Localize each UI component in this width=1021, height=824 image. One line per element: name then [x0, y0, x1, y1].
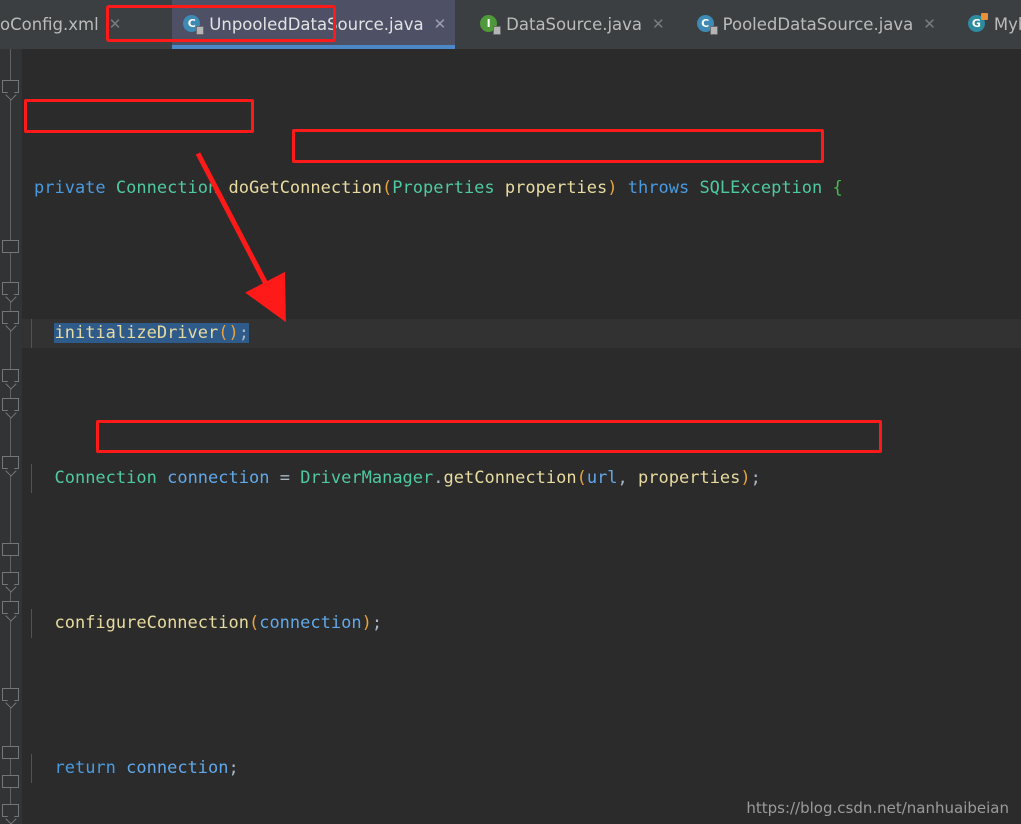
- fold-marker[interactable]: [2, 746, 19, 759]
- tab-label: PooledDataSource.java: [722, 15, 914, 34]
- code-line[interactable]: initializeDriver();: [22, 319, 1021, 348]
- tab-label: oConfig.xml: [0, 15, 99, 34]
- java-class-icon: C: [696, 15, 718, 35]
- fold-marker[interactable]: [2, 311, 19, 324]
- editor-tab-bar: oConfig.xml ✕ C UnpooledDataSource.java …: [0, 0, 1021, 49]
- tab-mybatistest-java[interactable]: G MybatisTest.java ✕: [957, 0, 1021, 49]
- watermark-text: https://blog.csdn.net/nanhuaibeian: [746, 799, 1009, 817]
- fold-marker[interactable]: [2, 688, 19, 701]
- code-line[interactable]: configureConnection(connection);: [22, 609, 1021, 638]
- tab-pooleddatasource-java[interactable]: C PooledDataSource.java ✕: [686, 0, 945, 49]
- fold-marker[interactable]: [2, 601, 19, 614]
- lock-badge-icon: [196, 26, 205, 35]
- code-line[interactable]: private Connection doGetConnection(Prope…: [22, 174, 1021, 203]
- tab-label: MybatisTest.java: [993, 15, 1021, 34]
- run-badge-icon: [980, 13, 988, 20]
- close-icon[interactable]: ✕: [434, 17, 447, 32]
- fold-marker[interactable]: [2, 572, 19, 585]
- editor-gutter[interactable]: [0, 49, 22, 824]
- tab-oconfig-xml[interactable]: oConfig.xml ✕: [0, 0, 130, 49]
- tab-datasource-java[interactable]: I DataSource.java ✕: [469, 0, 673, 49]
- close-icon[interactable]: ✕: [109, 17, 122, 32]
- fold-marker[interactable]: [2, 240, 19, 253]
- tab-unpooleddatasource-java[interactable]: C UnpooledDataSource.java ✕: [172, 0, 456, 49]
- fold-marker[interactable]: [2, 398, 19, 411]
- fold-marker[interactable]: [2, 456, 19, 469]
- fold-marker[interactable]: [2, 775, 19, 788]
- code-editor[interactable]: private Connection doGetConnection(Prope…: [0, 49, 1021, 824]
- fold-marker[interactable]: [2, 80, 19, 93]
- java-interface-icon: I: [480, 15, 502, 35]
- close-icon[interactable]: ✕: [923, 17, 936, 32]
- code-line[interactable]: return connection;: [22, 754, 1021, 783]
- fold-marker[interactable]: [2, 804, 19, 817]
- tab-label: UnpooledDataSource.java: [209, 15, 424, 34]
- fold-marker[interactable]: [2, 369, 19, 382]
- code-line[interactable]: Connection connection = DriverManager.ge…: [22, 464, 1021, 493]
- mybatis-test-icon: G: [967, 13, 988, 34]
- fold-marker[interactable]: [2, 543, 19, 556]
- fold-marker[interactable]: [2, 282, 19, 295]
- lock-badge-icon: [493, 26, 502, 35]
- close-icon[interactable]: ✕: [652, 17, 665, 32]
- code-content[interactable]: private Connection doGetConnection(Prope…: [22, 49, 1021, 824]
- tab-label: DataSource.java: [506, 15, 643, 34]
- java-class-icon: C: [183, 15, 205, 35]
- lock-badge-icon: [709, 26, 718, 35]
